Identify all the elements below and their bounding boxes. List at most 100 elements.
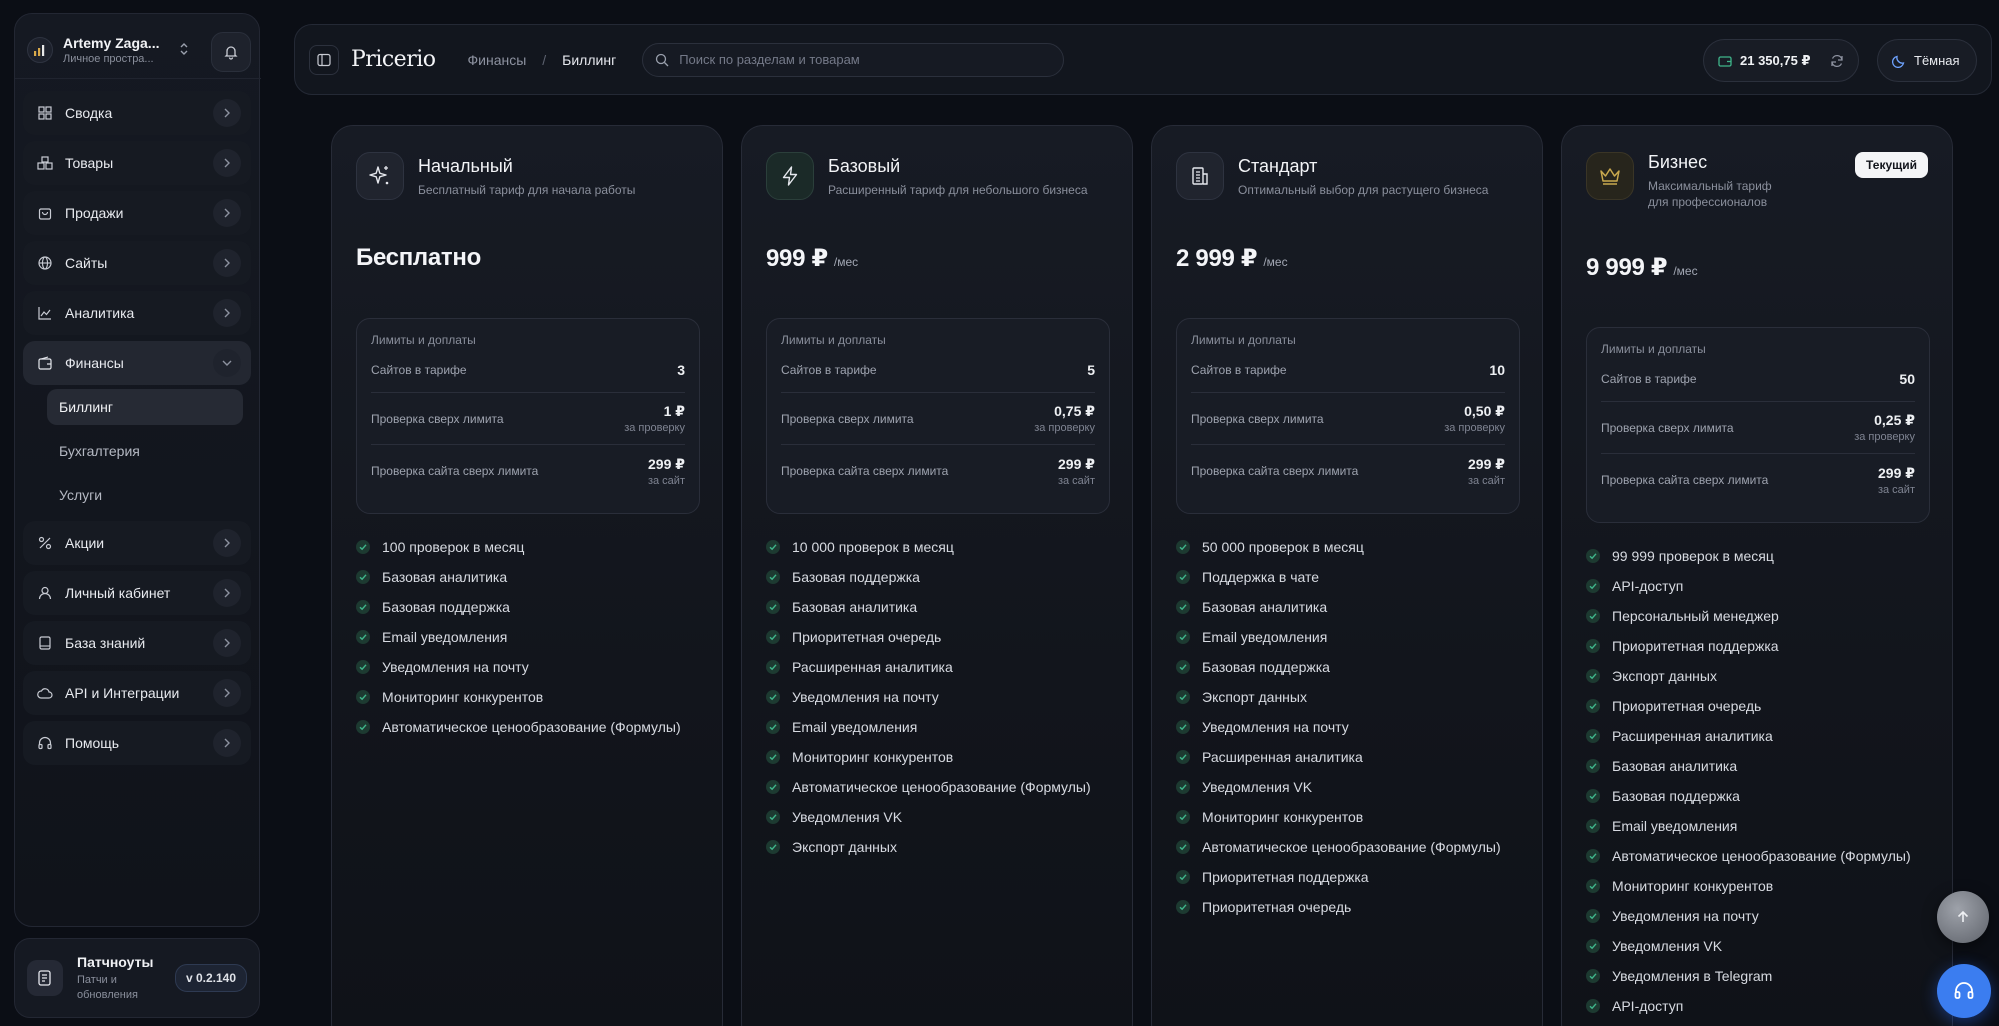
feature-item: Уведомления на почту (1586, 901, 1911, 931)
theme-toggle-button[interactable]: Тёмная (1877, 39, 1977, 82)
search-box[interactable] (642, 42, 1065, 77)
feature-label: Уведомления на почту (792, 689, 939, 705)
feature-item: Базовая аналитика (766, 592, 1091, 622)
limit-label: Проверка сверх лимита (781, 411, 914, 426)
feature-label: Расширенная аналитика (792, 659, 953, 675)
workspace-switcher[interactable]: Artemy Zaga... Личное простра... (27, 28, 251, 72)
limit-value: 299 ₽ (1878, 464, 1915, 481)
feature-label: Автоматическое ценообразование (Формулы) (1202, 839, 1501, 855)
sidebar-item-api[interactable]: API и Интеграции (23, 671, 251, 715)
limit-value: 0,25 ₽ (1874, 412, 1915, 428)
subnav-item-accounting[interactable]: Бухгалтерия (47, 433, 243, 469)
feature-label: Базовая поддержка (1202, 659, 1330, 675)
subnav-item-services[interactable]: Услуги (47, 477, 243, 513)
sidebar-item-products[interactable]: Товары (23, 141, 251, 185)
sidebar-item-sites[interactable]: Сайты (23, 241, 251, 285)
sidebar-item-label: Аналитика (65, 305, 135, 321)
feature-list: 10 000 проверок в месяц Базовая поддержка… (766, 532, 1091, 862)
check-icon (356, 660, 370, 674)
chevron-down-icon (213, 349, 241, 377)
check-icon (1586, 969, 1600, 983)
limit-row-site-overage: Проверка сайта сверх лимита 299 ₽ за сайт (371, 445, 685, 497)
sidebar-item-account[interactable]: Личный кабинет (23, 571, 251, 615)
toggle-sidebar-button[interactable] (309, 44, 339, 75)
refresh-icon[interactable] (1830, 54, 1844, 68)
check-icon (766, 750, 780, 764)
check-icon (1176, 780, 1190, 794)
feature-item: API-доступ (1586, 571, 1911, 601)
check-icon (356, 600, 370, 614)
sidebar: Artemy Zaga... Личное простра... Сводка … (14, 13, 261, 927)
theme-label: Тёмная (1914, 53, 1960, 68)
check-icon (1586, 609, 1600, 623)
sidebar-item-summary[interactable]: Сводка (23, 91, 251, 135)
feature-item: Уведомления на почту (1176, 712, 1501, 742)
plan-name: Стандарт (1238, 156, 1318, 176)
bell-icon (224, 46, 238, 60)
sidebar-item-promotions[interactable]: Акции (23, 521, 251, 565)
feature-item: Уведомления VK (1176, 772, 1501, 802)
plan-description-line: Максимальный тариф (1648, 179, 1772, 193)
support-chat-button[interactable] (1937, 964, 1991, 1018)
feature-item: Email уведомления (1586, 811, 1911, 841)
brand-logo[interactable]: Pricerio (351, 47, 436, 72)
plan-price: 2 999 ₽ /мес (1176, 244, 1288, 273)
feature-label: Базовая поддержка (382, 599, 510, 615)
feature-item: Приоритетная очередь (766, 622, 1091, 652)
sidebar-item-finance[interactable]: Финансы (23, 341, 251, 385)
price-value: 9 999 ₽ (1586, 254, 1668, 281)
limit-unit: за сайт (1877, 483, 1915, 496)
billing-plans: Начальный Бесплатный тариф для начала ра… (308, 110, 1991, 1026)
sidebar-item-label: Сайты (65, 255, 108, 271)
limit-row-check-overage: Проверка сверх лимита 0,50 ₽ за проверку (1191, 393, 1505, 445)
sidebar-item-knowledge-base[interactable]: База знаний (23, 621, 251, 665)
feature-label: Уведомления VK (792, 809, 903, 825)
notifications-button[interactable] (211, 32, 251, 72)
feature-label: Экспорт данных (792, 839, 897, 855)
feature-item: 100 проверок в месяц (356, 532, 681, 562)
subnav-item-billing[interactable]: Биллинг (47, 389, 243, 425)
search-input[interactable] (679, 52, 1040, 67)
breadcrumb-finance[interactable]: Финансы (468, 52, 527, 68)
balance-widget[interactable]: 21 350,75 ₽ (1703, 39, 1859, 82)
sparkles-icon (356, 152, 404, 200)
feature-item: Базовая аналитика (1176, 592, 1501, 622)
plan-name: Начальный (418, 156, 513, 176)
feature-label: Приоритетная очередь (1202, 899, 1352, 915)
limits-box: Лимиты и доплаты Сайтов в тарифе 50 Пров… (1586, 327, 1930, 523)
check-icon (1176, 690, 1190, 704)
feature-item: Уведомления VK (766, 802, 1091, 832)
check-icon (1176, 870, 1190, 884)
scroll-to-top-button[interactable] (1937, 891, 1989, 943)
feature-item: API-доступ (1586, 991, 1911, 1021)
limit-label: Проверка сайта сверх лимита (781, 464, 949, 478)
limit-row-sites: Сайтов в тарифе 3 (371, 347, 685, 393)
sidebar-item-label: Финансы (65, 355, 124, 371)
limit-label: Проверка сайта сверх лимита (1191, 464, 1359, 478)
sidebar-item-label: Личный кабинет (65, 585, 171, 601)
feature-item: Приоритетная поддержка (1586, 631, 1911, 661)
chevron-right-icon (213, 99, 241, 127)
sidebar-item-analytics[interactable]: Аналитика (23, 291, 251, 335)
check-icon (766, 660, 780, 674)
plan-card-standard: Стандарт Оптимальный выбор для растущего… (1151, 125, 1543, 1026)
feature-label: Email уведомления (1612, 818, 1738, 834)
arrow-up-icon (1957, 910, 1969, 922)
price-value: Бесплатно (356, 244, 481, 271)
sidebar-item-sales[interactable]: Продажи (23, 191, 251, 235)
feature-label: Уведомления на почту (382, 659, 529, 675)
sidebar-item-help[interactable]: Помощь (23, 721, 251, 765)
limit-label: Проверка сайта сверх лимита (371, 464, 539, 478)
feature-label: Приоритетная поддержка (1612, 638, 1779, 654)
feature-item: Базовая поддержка (356, 592, 681, 622)
check-icon (1586, 639, 1600, 653)
price-value: 2 999 ₽ (1176, 245, 1258, 272)
feature-item: Расширенная аналитика (1176, 742, 1501, 772)
feature-item: Уведомления на почту (766, 682, 1091, 712)
patch-notes-card[interactable]: Патчноуты Патчи и обновления v 0.2.140 (14, 938, 260, 1018)
feature-label: Автоматическое ценообразование (Формулы) (792, 779, 1091, 795)
user-icon (37, 585, 53, 601)
sidebar-item-label: Продажи (65, 205, 124, 221)
feature-label: Расширенная аналитика (1612, 728, 1773, 744)
wallet-icon (1718, 55, 1732, 67)
